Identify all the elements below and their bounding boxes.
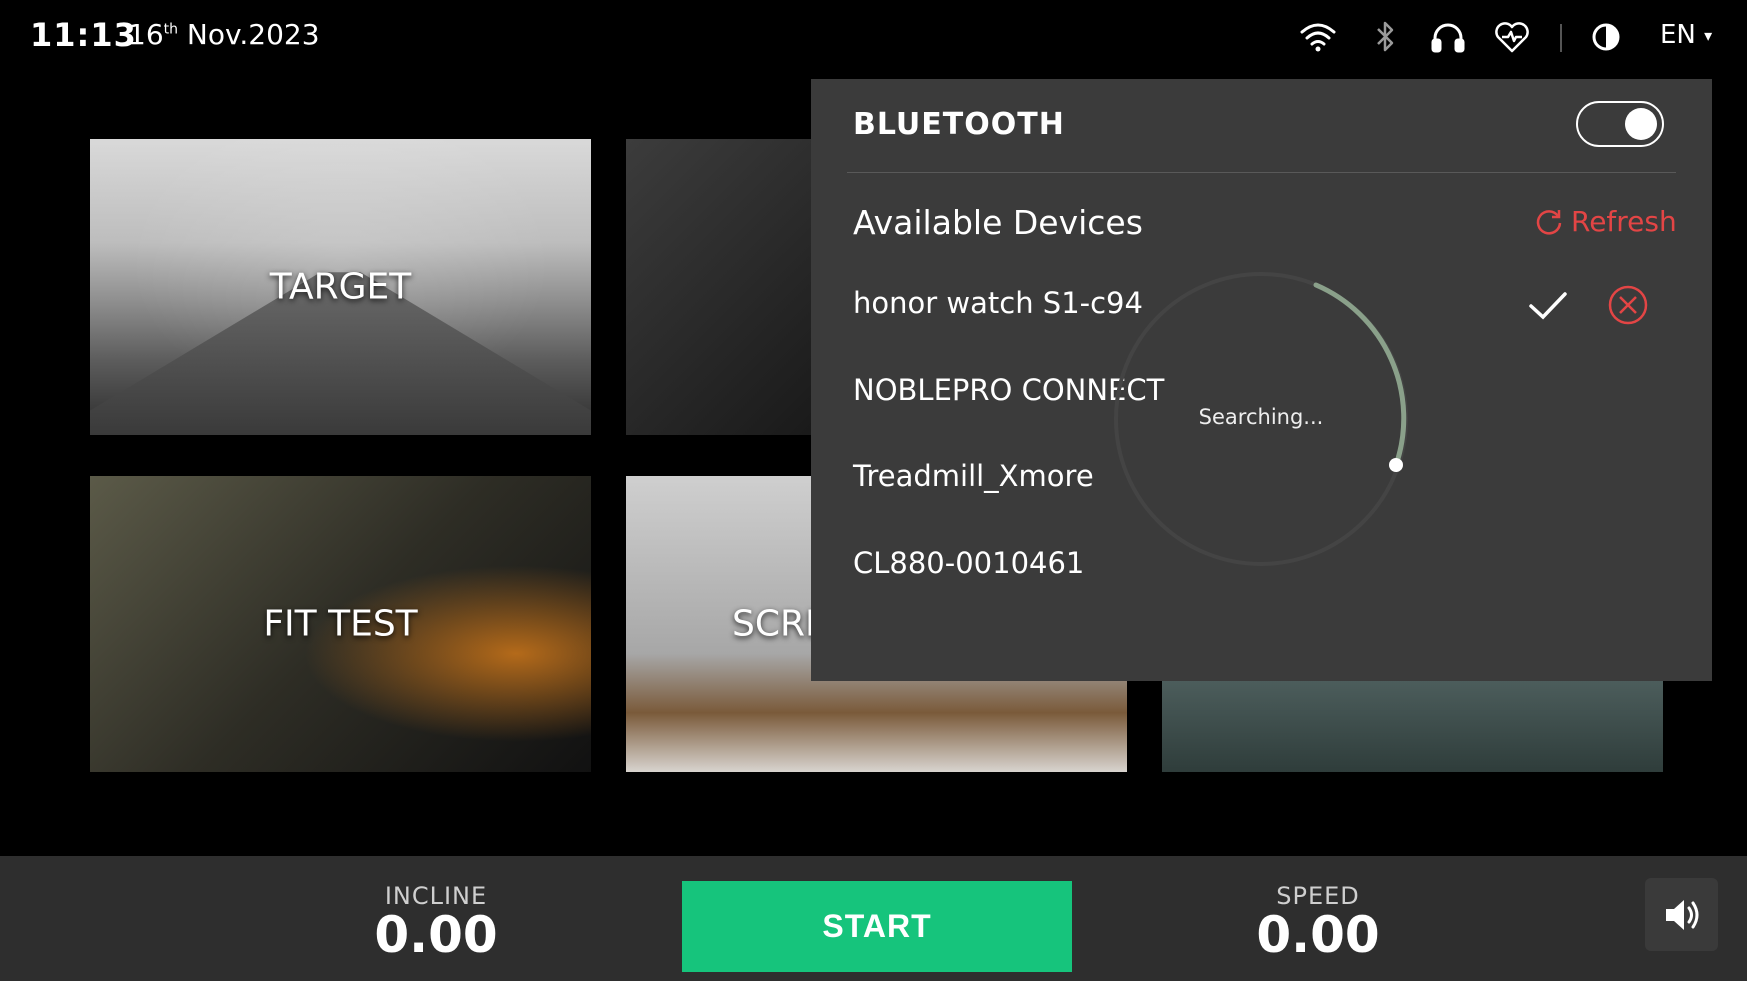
device-item[interactable]: Treadmill_Xmore <box>853 459 1094 493</box>
clock-time: 11:13 <box>30 16 137 54</box>
refresh-icon <box>1536 209 1562 235</box>
incline-display: INCLINE 0.00 <box>336 882 536 964</box>
connected-check-icon <box>1527 284 1569 326</box>
status-bar: 11:13 16th Nov.2023 EN ▾ <box>0 0 1747 72</box>
close-circle-icon <box>1608 285 1648 325</box>
brightness-icon[interactable] <box>1586 18 1626 56</box>
device-item[interactable]: honor watch S1-c94 <box>853 286 1143 320</box>
tile-fit-test[interactable]: FIT TEST <box>90 476 591 772</box>
speaker-icon <box>1665 899 1698 930</box>
speed-display: SPEED 0.00 <box>1218 882 1418 964</box>
bluetooth-icon[interactable] <box>1365 18 1405 56</box>
bluetooth-toggle[interactable] <box>1576 101 1664 147</box>
device-item[interactable]: CL880-0010461 <box>853 546 1084 580</box>
tile-label: TARGET <box>269 266 412 308</box>
start-button[interactable]: START <box>682 881 1072 972</box>
bluetooth-title: BLUETOOTH <box>853 107 1065 142</box>
volume-button[interactable] <box>1645 878 1718 951</box>
disconnect-button[interactable] <box>1607 284 1649 326</box>
divider <box>847 172 1676 173</box>
heart-rate-icon[interactable] <box>1492 18 1532 56</box>
tile-label: FIT TEST <box>263 603 418 645</box>
chevron-down-icon: ▾ <box>1704 26 1713 45</box>
date-display: 16th Nov.2023 <box>128 18 320 51</box>
wifi-icon[interactable] <box>1298 18 1338 56</box>
bluetooth-panel: BLUETOOTH Available Devices Refresh hono… <box>811 79 1712 681</box>
speed-value: 0.00 <box>1256 906 1380 964</box>
searching-label: Searching... <box>1198 405 1324 429</box>
status-divider <box>1560 24 1562 52</box>
toggle-knob <box>1625 108 1657 140</box>
language-selector[interactable]: EN ▾ <box>1660 20 1712 50</box>
refresh-button[interactable]: Refresh <box>1533 205 1677 238</box>
headphones-icon[interactable] <box>1428 18 1468 56</box>
bottom-bar: INCLINE 0.00 START SPEED 0.00 <box>0 856 1747 981</box>
tile-target[interactable]: TARGET <box>90 139 591 435</box>
incline-value: 0.00 <box>374 906 498 964</box>
available-devices-heading: Available Devices <box>853 203 1143 242</box>
